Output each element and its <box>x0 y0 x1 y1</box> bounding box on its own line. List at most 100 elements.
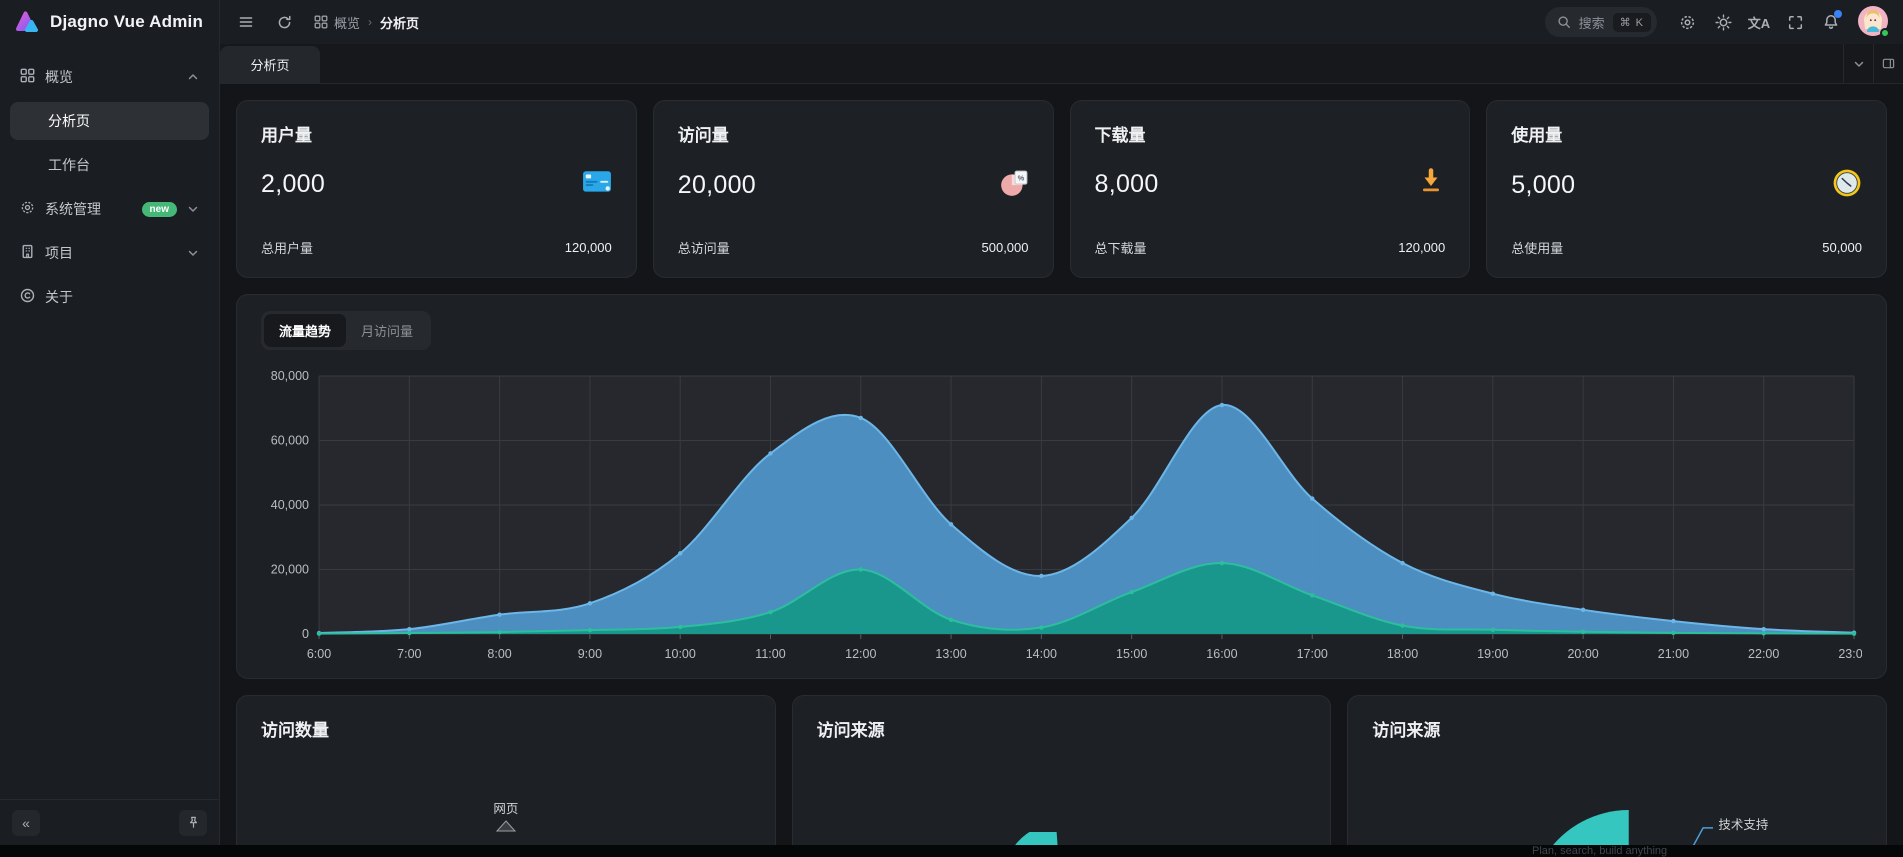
sidebar: 概览分析页工作台系统管理 new 项目关于 « <box>0 44 220 845</box>
main-content: 用户量2,000总用户量120,000访问量20,000%总访问量500,000… <box>220 84 1903 857</box>
fullscreen-button[interactable] <box>1779 6 1811 38</box>
svg-text:9:00: 9:00 <box>578 647 602 661</box>
sidebar-item-5[interactable]: 关于 <box>10 278 209 316</box>
tab-list-dropdown-button[interactable] <box>1843 44 1873 83</box>
sidebar-item-label: 概览 <box>45 67 177 87</box>
radar-chart-tip <box>496 820 516 832</box>
traffic-trend-card: 流量趋势月访问量 6:007:008:009:0010:0011:0012:00… <box>236 294 1887 679</box>
svg-text:11:00: 11:00 <box>755 647 785 661</box>
stat-value: 2,000 <box>261 170 325 199</box>
new-badge: new <box>142 202 177 217</box>
chevron-down-icon <box>187 203 199 215</box>
svg-text:20,000: 20,000 <box>271 563 309 577</box>
settings-button[interactable] <box>1671 6 1703 38</box>
breadcrumb-current: 分析页 <box>380 13 419 32</box>
traffic-chart: 6:007:008:009:0010:0011:0012:0013:0014:0… <box>261 362 1862 674</box>
visit-source-donut-card: 访问来源 技术支持 <box>1347 695 1887 857</box>
stat-mid: 8,000 <box>1095 168 1446 201</box>
stat-card-2: 下载量 8,000 总下载量 120,000 <box>1070 100 1471 278</box>
language-button[interactable]: 文A <box>1743 6 1775 38</box>
user-avatar[interactable] <box>1857 6 1889 38</box>
clock-icon <box>1832 168 1862 203</box>
copyright-icon <box>20 288 35 306</box>
svg-text:15:00: 15:00 <box>1116 647 1147 661</box>
donut-callout-label: 技术支持 <box>1718 814 1768 833</box>
stat-footer: 总访问量500,000 <box>678 238 1029 257</box>
sidebar-item-label: 项目 <box>45 243 177 263</box>
sun-icon <box>1715 14 1732 31</box>
card-title: 访问来源 <box>817 716 1307 741</box>
stat-title: 下载量 <box>1095 121 1446 146</box>
pie-chart-icon: % <box>999 168 1029 203</box>
stat-card-0: 用户量2,000总用户量120,000 <box>236 100 637 278</box>
sidebar-collapse-button[interactable]: « <box>12 810 40 836</box>
sidebar-item-2[interactable]: 工作台 <box>10 146 209 184</box>
search-placeholder: 搜索 <box>1579 13 1605 32</box>
trend-tab-1[interactable]: 月访问量 <box>346 314 428 347</box>
donut-chart <box>1348 696 1886 857</box>
svg-text:18:00: 18:00 <box>1387 647 1418 661</box>
grid-icon <box>314 15 328 29</box>
refresh-button[interactable] <box>268 6 300 38</box>
stat-footer: 总下载量 120,000 <box>1095 238 1446 257</box>
page-tab-active[interactable]: 分析页 <box>220 46 320 83</box>
svg-text:60,000: 60,000 <box>271 434 309 448</box>
app-logo-icon <box>14 9 40 35</box>
gear-icon <box>1679 14 1696 31</box>
chart-wrap: 6:007:008:009:0010:0011:0012:0013:0014:0… <box>261 362 1862 674</box>
sidebar-item-3[interactable]: 系统管理 new <box>10 190 209 228</box>
stat-mid: 20,000% <box>678 168 1029 203</box>
bottom-cards-row: 访问数量 网页 访问来源 访问来源 技术支持 <box>236 695 1887 857</box>
stat-footer-label: 总用户量 <box>261 238 313 257</box>
radar-axis-label: 网页 <box>493 798 518 817</box>
notifications-button[interactable] <box>1815 6 1847 38</box>
breadcrumb-section[interactable]: 概览 <box>314 13 360 32</box>
sidebar-nav: 概览分析页工作台系统管理 new 项目关于 <box>0 44 219 799</box>
tab-panel-button[interactable] <box>1873 44 1903 83</box>
stat-mid: 5,000 <box>1511 168 1862 203</box>
svg-text:13:00: 13:00 <box>935 647 966 661</box>
svg-text:%: % <box>1017 173 1024 182</box>
stat-footer-label: 总下载量 <box>1095 238 1147 257</box>
building-icon <box>20 244 35 262</box>
page-tabbar: 分析页 <box>220 44 1903 84</box>
svg-text:7:00: 7:00 <box>397 647 421 661</box>
stat-card-1: 访问量20,000%总访问量500,000 <box>653 100 1054 278</box>
search-input[interactable]: 搜索 ⌘ K <box>1545 7 1657 37</box>
app-header: Djagno Vue Admin 概览 › 分析页 搜索 ⌘ K <box>0 0 1903 44</box>
stat-value: 20,000 <box>678 171 756 200</box>
stat-cards-row: 用户量2,000总用户量120,000访问量20,000%总访问量500,000… <box>236 100 1887 278</box>
header-left: 概览 › 分析页 <box>220 6 1545 38</box>
stat-footer-value: 120,000 <box>565 240 612 255</box>
stat-footer-label: 总使用量 <box>1511 238 1563 257</box>
svg-text:40,000: 40,000 <box>271 498 309 512</box>
refresh-icon <box>277 15 292 30</box>
sidebar-footer: « <box>0 799 219 845</box>
svg-text:21:00: 21:00 <box>1658 647 1689 661</box>
sidebar-item-label: 系统管理 <box>45 199 132 219</box>
stat-footer-value: 120,000 <box>1398 240 1445 255</box>
svg-text:16:00: 16:00 <box>1206 647 1237 661</box>
sidebar-pin-button[interactable] <box>179 810 207 836</box>
gear-icon <box>20 200 35 218</box>
sidebar-item-label: 分析页 <box>48 111 199 131</box>
stat-footer: 总使用量 50,000 <box>1511 238 1862 257</box>
svg-text:22:00: 22:00 <box>1748 647 1779 661</box>
sidebar-item-label: 工作台 <box>48 155 199 175</box>
svg-text:8:00: 8:00 <box>487 647 511 661</box>
stat-footer-value: 50,000 <box>1822 240 1862 255</box>
trend-tab-0[interactable]: 流量趋势 <box>264 314 346 347</box>
download-icon <box>1417 168 1445 201</box>
theme-toggle-button[interactable] <box>1707 6 1739 38</box>
collapse-menu-button[interactable] <box>230 6 262 38</box>
sidebar-item-0[interactable]: 概览 <box>10 58 209 96</box>
tabbar-spacer <box>320 44 1843 83</box>
search-icon <box>1557 15 1571 29</box>
sidebar-item-1[interactable]: 分析页 <box>10 102 209 140</box>
grid-icon <box>20 68 35 86</box>
sidebar-item-4[interactable]: 项目 <box>10 234 209 272</box>
bottom-hint-text: Plan, search, build anything <box>1532 845 1667 857</box>
notification-dot <box>1834 10 1842 18</box>
stat-title: 使用量 <box>1511 121 1862 146</box>
svg-text:17:00: 17:00 <box>1297 647 1328 661</box>
